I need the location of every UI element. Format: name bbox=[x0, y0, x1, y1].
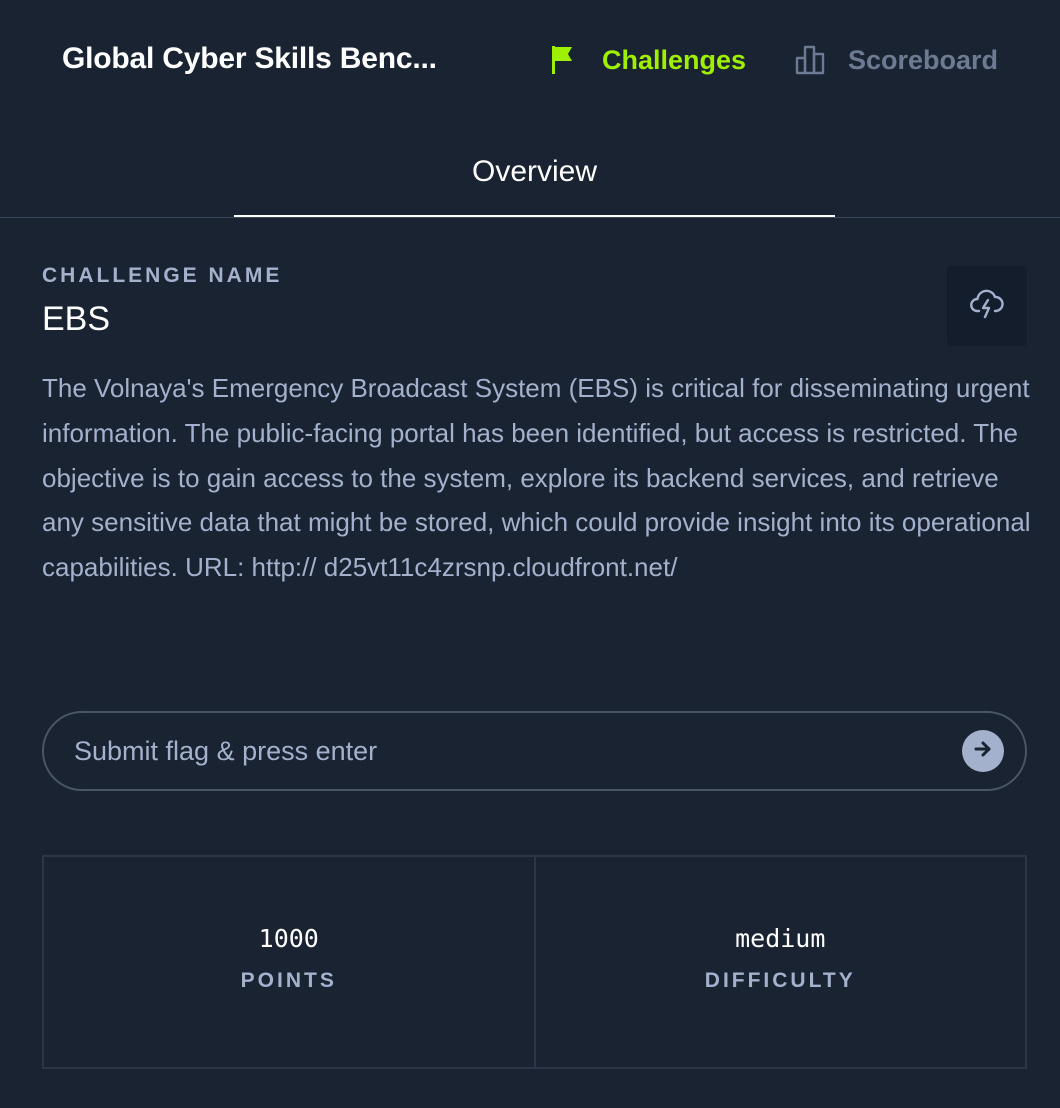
flag-input[interactable] bbox=[74, 713, 954, 789]
points-label: POINTS bbox=[240, 968, 337, 992]
nav-challenges[interactable]: Challenges bbox=[548, 40, 746, 80]
challenge-name: EBS bbox=[42, 300, 111, 338]
difficulty-stat: medium DIFFICULTY bbox=[533, 857, 1026, 1067]
nav-challenges-label: Challenges bbox=[602, 44, 747, 75]
tab-bar: Overview bbox=[0, 140, 1060, 218]
download-button[interactable] bbox=[947, 266, 1027, 346]
scoreboard-icon bbox=[794, 44, 826, 76]
tab-overview[interactable]: Overview bbox=[234, 140, 835, 217]
event-title[interactable]: Global Cyber Skills Benc... bbox=[62, 42, 462, 76]
challenge-name-label: CHALLENGE NAME bbox=[42, 264, 283, 287]
submit-flag-button[interactable] bbox=[962, 730, 1004, 772]
challenge-description: The Volnaya's Emergency Broadcast System… bbox=[42, 373, 1031, 583]
cloud-download-icon bbox=[969, 286, 1005, 327]
flag-submit-form bbox=[42, 711, 1027, 791]
challenge-stats: 1000 POINTS medium DIFFICULTY bbox=[42, 855, 1027, 1069]
difficulty-value: medium bbox=[735, 923, 826, 953]
points-stat: 1000 POINTS bbox=[44, 857, 534, 1067]
arrow-right-icon bbox=[970, 736, 996, 767]
top-header: Global Cyber Skills Benc... Challenges S… bbox=[0, 0, 1060, 120]
difficulty-label: DIFFICULTY bbox=[704, 968, 856, 992]
nav-scoreboard[interactable]: Scoreboard bbox=[794, 40, 998, 80]
nav-scoreboard-label: Scoreboard bbox=[848, 44, 999, 75]
flag-icon bbox=[548, 44, 580, 76]
points-value: 1000 bbox=[258, 923, 319, 953]
